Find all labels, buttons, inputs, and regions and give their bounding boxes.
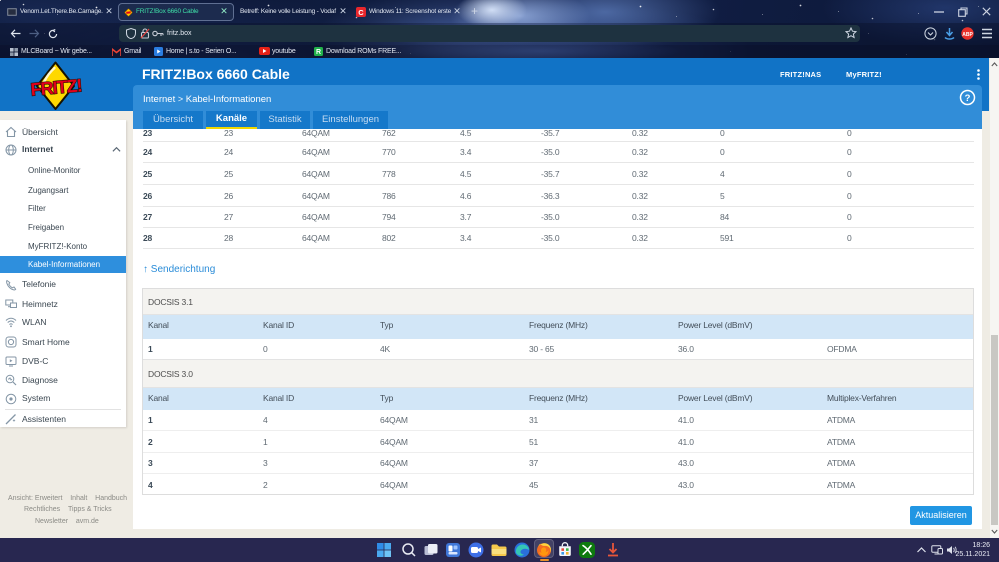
svg-text:R: R	[316, 49, 321, 56]
svg-text:ABP: ABP	[962, 32, 973, 38]
svg-text:C: C	[358, 8, 364, 17]
svg-text:?: ?	[965, 93, 971, 104]
svg-text:FRITZ!: FRITZ!	[30, 75, 83, 99]
